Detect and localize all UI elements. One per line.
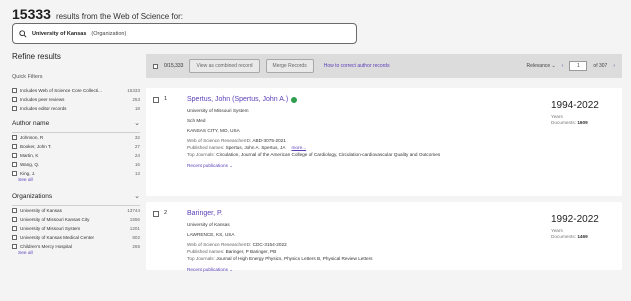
- verified-icon: [291, 96, 298, 103]
- result-location: LAWRENCE, KS, USA: [187, 232, 235, 237]
- quick-filter-editor-records[interactable]: Includes editor records 18: [12, 104, 140, 113]
- documents-count: Documents: 1469: [551, 234, 588, 239]
- more-link[interactable]: more...: [292, 145, 307, 150]
- result-card: 2 Baringer, P. University of Kansas LAWR…: [146, 202, 622, 273]
- correct-author-records-link[interactable]: How to correct author records: [324, 63, 390, 69]
- org-filter[interactable]: University of Missouri Kansas City 1556: [12, 215, 140, 224]
- result-checkbox[interactable]: [153, 97, 159, 103]
- result-index: 2: [164, 210, 168, 216]
- checkbox[interactable]: [12, 244, 17, 249]
- checkbox[interactable]: [12, 106, 17, 111]
- refine-title: Refine results: [12, 52, 61, 61]
- see-all-orgs-link[interactable]: See all: [12, 251, 140, 259]
- chevron-down-icon[interactable]: ⌄: [134, 192, 140, 200]
- result-checkbox[interactable]: [153, 211, 159, 217]
- author-filter[interactable]: Johnson, R 32: [12, 133, 140, 142]
- next-page-icon[interactable]: ›: [613, 63, 615, 69]
- years-range: 1994-2022: [551, 100, 599, 111]
- author-name-link[interactable]: Baringer, P.: [187, 210, 614, 217]
- author-name-link[interactable]: Spertus, John (Spertus, John A.): [187, 96, 614, 103]
- chevron-down-icon: ⌄: [229, 163, 234, 168]
- quick-filter-peer-reviews[interactable]: Includes peer reviews 253: [12, 95, 140, 104]
- chevron-down-icon: ⌄: [229, 267, 234, 272]
- result-card: 1 Spertus, John (Spertus, John A.) Unive…: [146, 88, 622, 196]
- years-label: Years: [551, 114, 563, 119]
- results-subtitle: results from the Web of Science for:: [55, 12, 183, 21]
- search-icon: [19, 29, 27, 38]
- researcher-id: Web of Science ResearcherID: ABD-3075-20…: [187, 138, 286, 143]
- author-name-section[interactable]: Author name ⌄: [12, 119, 140, 128]
- top-journals: Top Journals: Journal of High Energy Phy…: [187, 256, 373, 261]
- author-filter[interactable]: Booker, John T. 27: [12, 142, 140, 151]
- org-filter[interactable]: Children's Mercy Hospital 265: [12, 242, 140, 251]
- chevron-down-icon: ⌄: [551, 63, 556, 69]
- result-org: University of Missouri System: [187, 108, 249, 113]
- quick-filter-core-collection[interactable]: Includes Web of Science Core Collecti...…: [12, 86, 140, 95]
- org-filter[interactable]: University of Missouri System 1201: [12, 224, 140, 233]
- author-filter[interactable]: King, J. 13: [12, 169, 140, 178]
- sort-select[interactable]: Relevance ⌄: [527, 63, 556, 69]
- page-input[interactable]: 1: [569, 61, 588, 71]
- sort-and-pagination: Relevance ⌄ ‹ 1 of 307 ›: [527, 61, 615, 71]
- documents-count: Documents: 1609: [551, 120, 588, 125]
- author-filter[interactable]: Martin, K 24: [12, 151, 140, 160]
- org-filter[interactable]: University of Kansas Medical Center 802: [12, 233, 140, 242]
- checkbox[interactable]: [12, 208, 17, 213]
- years-label: Years: [551, 228, 563, 233]
- result-index: 1: [164, 96, 168, 102]
- published-names: Published names: Spertus, John A. Spertu…: [187, 145, 307, 150]
- result-org: University of Kansas: [187, 222, 230, 227]
- view-combined-button[interactable]: View as combined record: [189, 59, 260, 73]
- recent-publications-toggle[interactable]: Recent publications ⌄: [187, 267, 614, 273]
- result-stats: 1994-2022 Years Documents: 1609: [551, 100, 599, 125]
- see-all-authors-link[interactable]: See all: [12, 178, 140, 186]
- select-all-checkbox[interactable]: [153, 63, 158, 69]
- checkbox[interactable]: [12, 88, 17, 93]
- top-journals: Top Journals: Circulation, Journal of th…: [187, 152, 441, 157]
- search-query: University of Kansas: [32, 30, 87, 37]
- select-all[interactable]: 0/15,333: [153, 63, 183, 69]
- checkbox[interactable]: [12, 135, 17, 140]
- quick-filters-label: Quick Filters: [12, 74, 43, 80]
- checkbox[interactable]: [12, 235, 17, 240]
- refine-sidebar: Refine results Quick Filters Includes We…: [12, 52, 140, 259]
- merge-records-button[interactable]: Merge Records: [265, 59, 314, 73]
- result-stats: 1992-2022 Years Documents: 1469: [551, 214, 599, 239]
- years-range: 1992-2022: [551, 214, 599, 225]
- org-filter[interactable]: University of Kansas 13744: [12, 206, 140, 215]
- recent-publications-toggle[interactable]: Recent publications ⌄: [187, 163, 614, 169]
- prev-page-icon[interactable]: ‹: [562, 63, 564, 69]
- search-box[interactable]: University of Kansas (Organization): [12, 23, 357, 44]
- results-count: 15333: [12, 6, 51, 22]
- researcher-id: Web of Science ResearcherID: CDC-3154-20…: [187, 242, 287, 247]
- checkbox[interactable]: [12, 162, 17, 167]
- checkbox[interactable]: [12, 217, 17, 222]
- checkbox[interactable]: [12, 97, 17, 102]
- search-query-tag: (Organization): [91, 30, 127, 37]
- checkbox[interactable]: [12, 226, 17, 231]
- checkbox[interactable]: [12, 144, 17, 149]
- checkbox[interactable]: [12, 153, 17, 158]
- chevron-down-icon[interactable]: ⌄: [134, 119, 140, 127]
- result-dept: Sch Med: [187, 118, 206, 123]
- results-toolbar: 0/15,333 View as combined record Merge R…: [146, 54, 622, 78]
- checkbox[interactable]: [12, 171, 17, 176]
- published-names: Published names: Baringer, P Baringer, P…: [187, 249, 277, 254]
- result-location: KANSAS CITY, MO, USA: [187, 128, 240, 133]
- page-total: of 307: [593, 63, 608, 69]
- results-header: 15333 results from the Web of Science fo…: [12, 6, 183, 22]
- organizations-section[interactable]: Organizations ⌄: [12, 192, 140, 201]
- author-filter[interactable]: Wang, Q. 16: [12, 160, 140, 169]
